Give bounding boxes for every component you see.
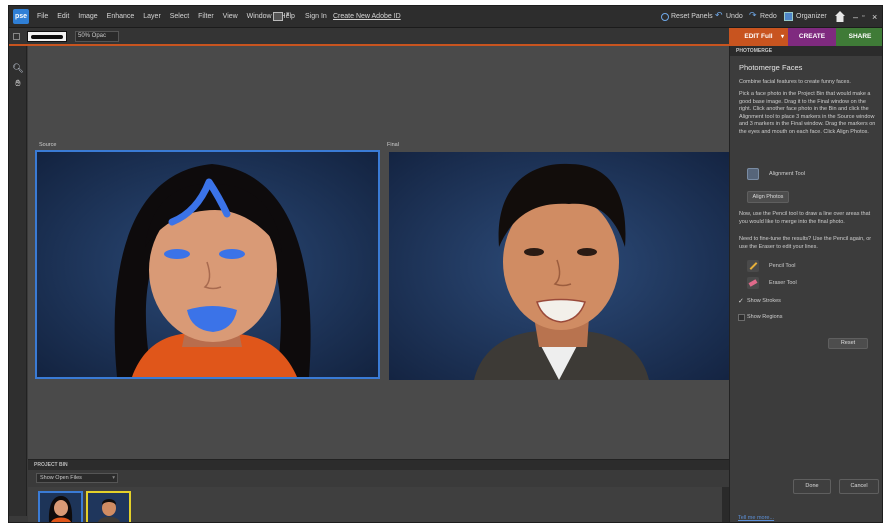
- bin-filter-value: Show Open Files: [40, 475, 82, 481]
- create-adobe-id-link[interactable]: Create New Adobe ID: [333, 6, 401, 28]
- menu-window[interactable]: Window: [247, 6, 272, 28]
- show-regions-label[interactable]: Show Regions: [747, 314, 782, 320]
- align-photos-button[interactable]: Align Photos: [747, 191, 789, 203]
- reset-panels-icon[interactable]: [661, 13, 669, 21]
- eraser-glyph: [748, 279, 758, 287]
- undo-button[interactable]: Undo: [726, 6, 743, 28]
- organizer-button[interactable]: Organizer: [796, 6, 827, 28]
- redo-button[interactable]: Redo: [760, 6, 777, 28]
- tool-preset-icon[interactable]: [13, 33, 20, 40]
- menu-view[interactable]: View: [223, 6, 238, 28]
- menu-image[interactable]: Image: [78, 6, 97, 28]
- tell-me-more-link[interactable]: Tell me more...: [738, 515, 774, 521]
- project-bin-header: PROJECT BIN: [28, 460, 729, 470]
- opacity-field[interactable]: 50% Opac: [75, 31, 119, 42]
- reset-button[interactable]: Reset: [828, 338, 868, 349]
- panel-title: Photomerge Faces: [739, 63, 803, 72]
- eraser-tool-label[interactable]: Eraser Tool: [769, 280, 797, 286]
- tab-share[interactable]: SHARE: [836, 28, 882, 46]
- main-menu: File Edit Image Enhance Layer Select Fil…: [37, 6, 302, 28]
- tool-options-bar: 50% Opac: [9, 28, 729, 46]
- done-button[interactable]: Done: [793, 479, 831, 494]
- thumbnail-woman[interactable]: [38, 491, 83, 522]
- chevron-down-icon: ▾: [780, 34, 784, 40]
- layout-icon[interactable]: [273, 12, 283, 21]
- alignment-tool-icon[interactable]: [747, 168, 759, 180]
- alignment-tool-label[interactable]: Alignment Tool: [769, 171, 805, 177]
- pencil-instructions: Now, use the Pencil tool to draw a line …: [739, 211, 871, 225]
- eraser-icon[interactable]: [747, 277, 759, 289]
- home-icon[interactable]: [835, 11, 845, 22]
- photomerge-canvas: Source Final: [28, 46, 729, 459]
- thumbnail-man[interactable]: [86, 491, 131, 522]
- bin-filter-select[interactable]: Show Open Files ▾: [36, 473, 118, 483]
- menu-file[interactable]: File: [37, 6, 48, 28]
- brush-preview[interactable]: [27, 31, 67, 42]
- bin-scrollbar[interactable]: [722, 487, 729, 522]
- final-window-label: Final: [387, 142, 399, 148]
- menu-filter[interactable]: Filter: [198, 6, 214, 28]
- minimize-icon[interactable]: –: [853, 6, 858, 28]
- tab-edit-label: EDIT Full: [744, 33, 773, 40]
- sign-in-link[interactable]: Sign In: [305, 6, 327, 28]
- tool-strip: 🔍︎ ✋︎: [9, 46, 27, 516]
- chevron-down-icon[interactable]: ▾: [286, 10, 290, 18]
- menu-select[interactable]: Select: [170, 6, 189, 28]
- photomerge-panel: PHOTOMERGE Photomerge Faces Combine faci…: [729, 46, 882, 522]
- show-strokes-label[interactable]: Show Strokes: [747, 298, 781, 304]
- reset-panels-button[interactable]: Reset Panels: [671, 6, 713, 28]
- restore-icon[interactable]: ▫: [862, 6, 864, 28]
- hand-tool-icon[interactable]: ✋︎: [12, 77, 24, 89]
- pencil-icon[interactable]: [747, 260, 759, 272]
- fine-tune-instructions: Need to fine-tune the results? Use the P…: [739, 236, 872, 250]
- check-icon[interactable]: ✓: [738, 297, 744, 305]
- menu-edit[interactable]: Edit: [57, 6, 69, 28]
- source-photo[interactable]: [35, 150, 380, 379]
- menu-enhance[interactable]: Enhance: [107, 6, 135, 28]
- close-icon[interactable]: ×: [872, 6, 877, 28]
- menu-layer[interactable]: Layer: [143, 6, 161, 28]
- panel-instructions: Pick a face photo in the Project Bin tha…: [739, 91, 876, 135]
- undo-icon[interactable]: ↶: [715, 10, 723, 21]
- pencil-glyph: [749, 262, 758, 270]
- final-photo[interactable]: [389, 152, 729, 380]
- tab-create[interactable]: CREATE: [788, 28, 836, 46]
- panel-subtitle: Combine facial features to create funny …: [739, 79, 851, 85]
- pencil-tool-label[interactable]: Pencil Tool: [769, 263, 796, 269]
- organizer-icon[interactable]: [784, 12, 793, 21]
- bin-thumbnails: [28, 487, 729, 522]
- menu-bar: pse File Edit Image Enhance Layer Select…: [9, 6, 882, 28]
- panel-header: PHOTOMERGE: [730, 46, 882, 56]
- app-logo: pse: [13, 9, 29, 24]
- photoshop-elements-window: pse File Edit Image Enhance Layer Select…: [8, 5, 883, 523]
- source-window-label: Source: [39, 142, 57, 148]
- tab-edit[interactable]: EDIT Full ▾: [729, 28, 788, 46]
- redo-icon[interactable]: ↷: [749, 10, 757, 21]
- show-regions-checkbox[interactable]: [738, 314, 745, 321]
- chevron-down-icon: ▾: [112, 475, 115, 481]
- project-bin: PROJECT BIN Show Open Files ▾: [28, 459, 729, 522]
- cancel-button[interactable]: Cancel: [839, 479, 879, 494]
- zoom-tool-icon[interactable]: 🔍︎: [12, 62, 24, 74]
